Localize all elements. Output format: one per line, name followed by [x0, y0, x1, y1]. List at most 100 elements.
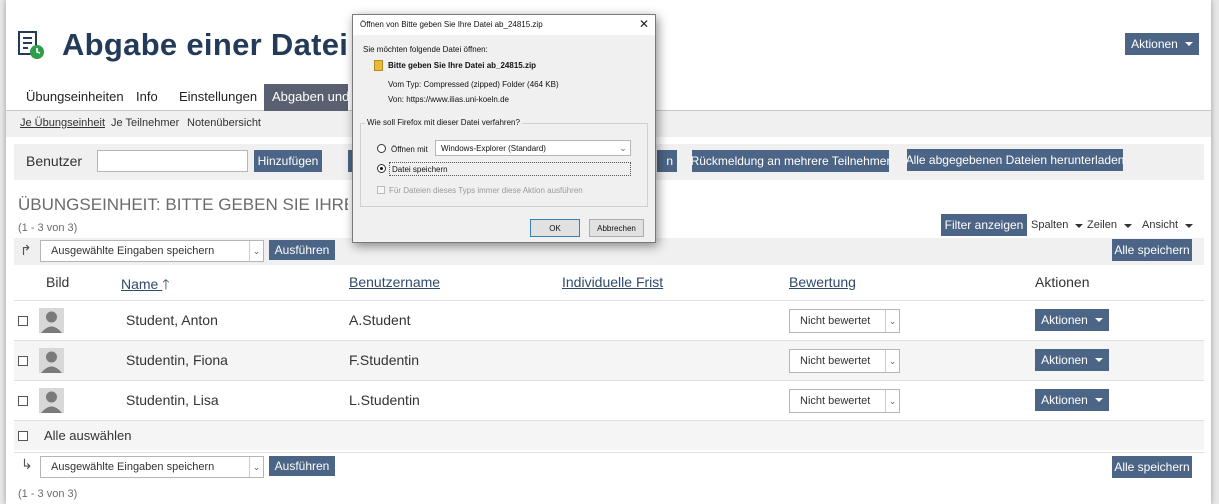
- feedback-multiple-button[interactable]: Rückmeldung an mehrere Teilnehmer: [691, 150, 890, 172]
- dialog-type-label: Vom Typ:: [388, 80, 422, 89]
- row-checkbox[interactable]: [18, 356, 28, 366]
- page-actions-label: Aktionen: [1131, 37, 1178, 51]
- ok-button[interactable]: OK: [530, 219, 580, 237]
- subtab-grade-overview[interactable]: Notenübersicht: [187, 117, 261, 129]
- grade-select-value: Nicht bewertet: [800, 395, 871, 407]
- hidden-button-right[interactable]: n: [657, 150, 677, 172]
- caret-down-icon: [1075, 224, 1084, 228]
- exercise-icon: [16, 30, 46, 60]
- bulk-select-value: Ausgewählte Eingaben speichern: [51, 245, 215, 257]
- open-with-radio[interactable]: [377, 144, 386, 153]
- save-file-label[interactable]: Datei speichern: [389, 162, 631, 176]
- download-dialog: Öffnen von Bitte geben Sie Ihre Datei ab…: [352, 14, 656, 243]
- row-checkbox[interactable]: [18, 316, 28, 326]
- subtab-per-participant[interactable]: Je Teilnehmer: [111, 117, 179, 129]
- table-row: Studentin, Lisa L.Studentin Nicht bewert…: [14, 380, 1204, 420]
- row-name: Studentin, Lisa: [126, 392, 219, 408]
- execute-button-bottom[interactable]: Ausführen: [269, 456, 335, 476]
- save-all-button-top[interactable]: Alle speichern: [1112, 239, 1192, 261]
- page-title: Abgabe einer Datei: [62, 27, 349, 62]
- page-actions-button[interactable]: Aktionen: [1125, 33, 1199, 55]
- bulk-select-top[interactable]: Ausgewählte Eingaben speichern ⌄: [40, 240, 264, 262]
- subtab-per-exercise[interactable]: Je Übungseinheit: [20, 117, 105, 129]
- tab-submissions[interactable]: Abgaben und Noten: [264, 84, 348, 111]
- dialog-intro: Sie möchten folgende Datei öffnen:: [363, 45, 488, 54]
- chevron-down-icon: ⌄: [885, 310, 899, 332]
- bulk-select-bottom[interactable]: Ausgewählte Eingaben speichern ⌄: [40, 456, 264, 478]
- row-checkbox[interactable]: [18, 396, 28, 406]
- columns-label: Spalten: [1031, 219, 1069, 231]
- row-actions-button[interactable]: Aktionen: [1035, 309, 1109, 331]
- tab-settings[interactable]: Einstellungen: [179, 89, 257, 104]
- add-user-button[interactable]: Hinzufügen: [254, 150, 322, 172]
- ilias-page: Abgabe einer Datei Aktionen Übungseinhei…: [6, 0, 1211, 504]
- zip-file-icon: [374, 60, 383, 71]
- caret-down-icon: [1094, 398, 1103, 402]
- close-icon[interactable]: ✕: [639, 17, 649, 31]
- row-actions-button[interactable]: Aktionen: [1035, 349, 1109, 371]
- radio-selected-dot: [380, 167, 383, 170]
- bulk-select-value: Ausgewählte Eingaben speichern: [51, 461, 215, 473]
- section-title: ÜBUNGSEINHEIT: BITTE GEBEN SIE IHRE DATE…: [18, 195, 348, 214]
- row-name: Studentin, Fiona: [126, 352, 228, 368]
- col-name[interactable]: Name 🡑: [121, 274, 170, 298]
- open-with-select[interactable]: Windows-Explorer (Standard) ⌄: [435, 140, 631, 156]
- tab-info[interactable]: Info: [136, 89, 158, 104]
- grade-select-value: Nicht bewertet: [800, 355, 871, 367]
- chevron-down-icon: ⌄: [249, 241, 263, 261]
- avatar: [39, 388, 64, 413]
- dialog-from-value: https://www.ilias.uni-koeln.de: [406, 95, 509, 104]
- grade-select[interactable]: Nicht bewertet ⌄: [789, 389, 900, 413]
- arrow-up-right-icon: ↱: [20, 242, 32, 258]
- dialog-from-label: Von:: [388, 95, 405, 104]
- dialog-type: Vom Typ: Compressed (zipped) Folder (464…: [388, 80, 559, 89]
- avatar: [39, 348, 64, 373]
- dialog-title: Öffnen von Bitte geben Sie Ihre Datei ab…: [353, 15, 655, 35]
- open-with-value: Windows-Explorer (Standard): [441, 144, 546, 153]
- rows-dropdown[interactable]: Zeilen: [1087, 219, 1132, 231]
- view-dropdown[interactable]: Ansicht: [1142, 219, 1194, 231]
- dialog-from: Von: https://www.ilias.uni-koeln.de: [388, 95, 509, 104]
- caret-down-icon: [1094, 318, 1103, 322]
- col-deadline[interactable]: Individuelle Frist: [562, 274, 663, 290]
- select-all-checkbox[interactable]: [18, 431, 28, 441]
- caret-down-icon: [1094, 358, 1103, 362]
- download-all-button[interactable]: Alle abgegebenen Dateien herunterladen: [906, 149, 1124, 171]
- result-count-top: (1 - 3 von 3): [18, 222, 78, 234]
- filter-button[interactable]: Filter anzeigen: [941, 214, 1027, 236]
- rows-label: Zeilen: [1087, 219, 1117, 231]
- table-row: Studentin, Fiona F.Studentin Nicht bewer…: [14, 340, 1204, 380]
- view-label: Ansicht: [1142, 219, 1179, 231]
- dialog-filename: Bitte geben Sie Ihre Datei ab_24815.zip: [388, 61, 537, 70]
- chevron-down-icon: ⌄: [619, 142, 627, 153]
- caret-down-icon: [1185, 224, 1194, 228]
- col-username[interactable]: Benutzername: [349, 274, 440, 290]
- row-actions-label: Aktionen: [1041, 313, 1088, 327]
- grade-select-value: Nicht bewertet: [800, 315, 871, 327]
- row-actions-button[interactable]: Aktionen: [1035, 389, 1109, 411]
- grade-select[interactable]: Nicht bewertet ⌄: [789, 349, 900, 373]
- avatar: [39, 308, 64, 333]
- caret-down-icon: [1123, 224, 1132, 228]
- result-count-bottom: (1 - 3 von 3): [18, 488, 78, 500]
- row-username: F.Studentin: [349, 352, 420, 368]
- row-actions-label: Aktionen: [1041, 353, 1088, 367]
- always-checkbox[interactable]: [377, 186, 385, 194]
- col-grade[interactable]: Bewertung: [789, 274, 856, 290]
- select-all-label[interactable]: Alle auswählen: [44, 428, 131, 443]
- user-input[interactable]: [97, 150, 248, 172]
- open-with-label[interactable]: Öffnen mit: [391, 145, 428, 154]
- columns-dropdown[interactable]: Spalten: [1031, 219, 1084, 231]
- arrow-down-right-icon: ↳: [21, 456, 33, 472]
- cancel-button[interactable]: Abbrechen: [589, 219, 644, 237]
- tab-exercises[interactable]: Übungseinheiten: [26, 89, 124, 104]
- sort-up-arrow-icon: 🡑: [162, 276, 170, 292]
- dialog-type-value: Compressed (zipped) Folder (464 KB): [423, 80, 559, 89]
- grade-select[interactable]: Nicht bewertet ⌄: [789, 309, 900, 333]
- execute-button-top[interactable]: Ausführen: [269, 240, 335, 260]
- save-all-button-bottom[interactable]: Alle speichern: [1112, 456, 1192, 478]
- chevron-down-icon: ⌄: [249, 457, 263, 477]
- dialog-question: Wie soll Firefox mit dieser Datei verfah…: [365, 118, 522, 127]
- save-file-radio[interactable]: [377, 164, 386, 173]
- always-label: Für Dateien dieses Typs immer diese Akti…: [389, 186, 583, 195]
